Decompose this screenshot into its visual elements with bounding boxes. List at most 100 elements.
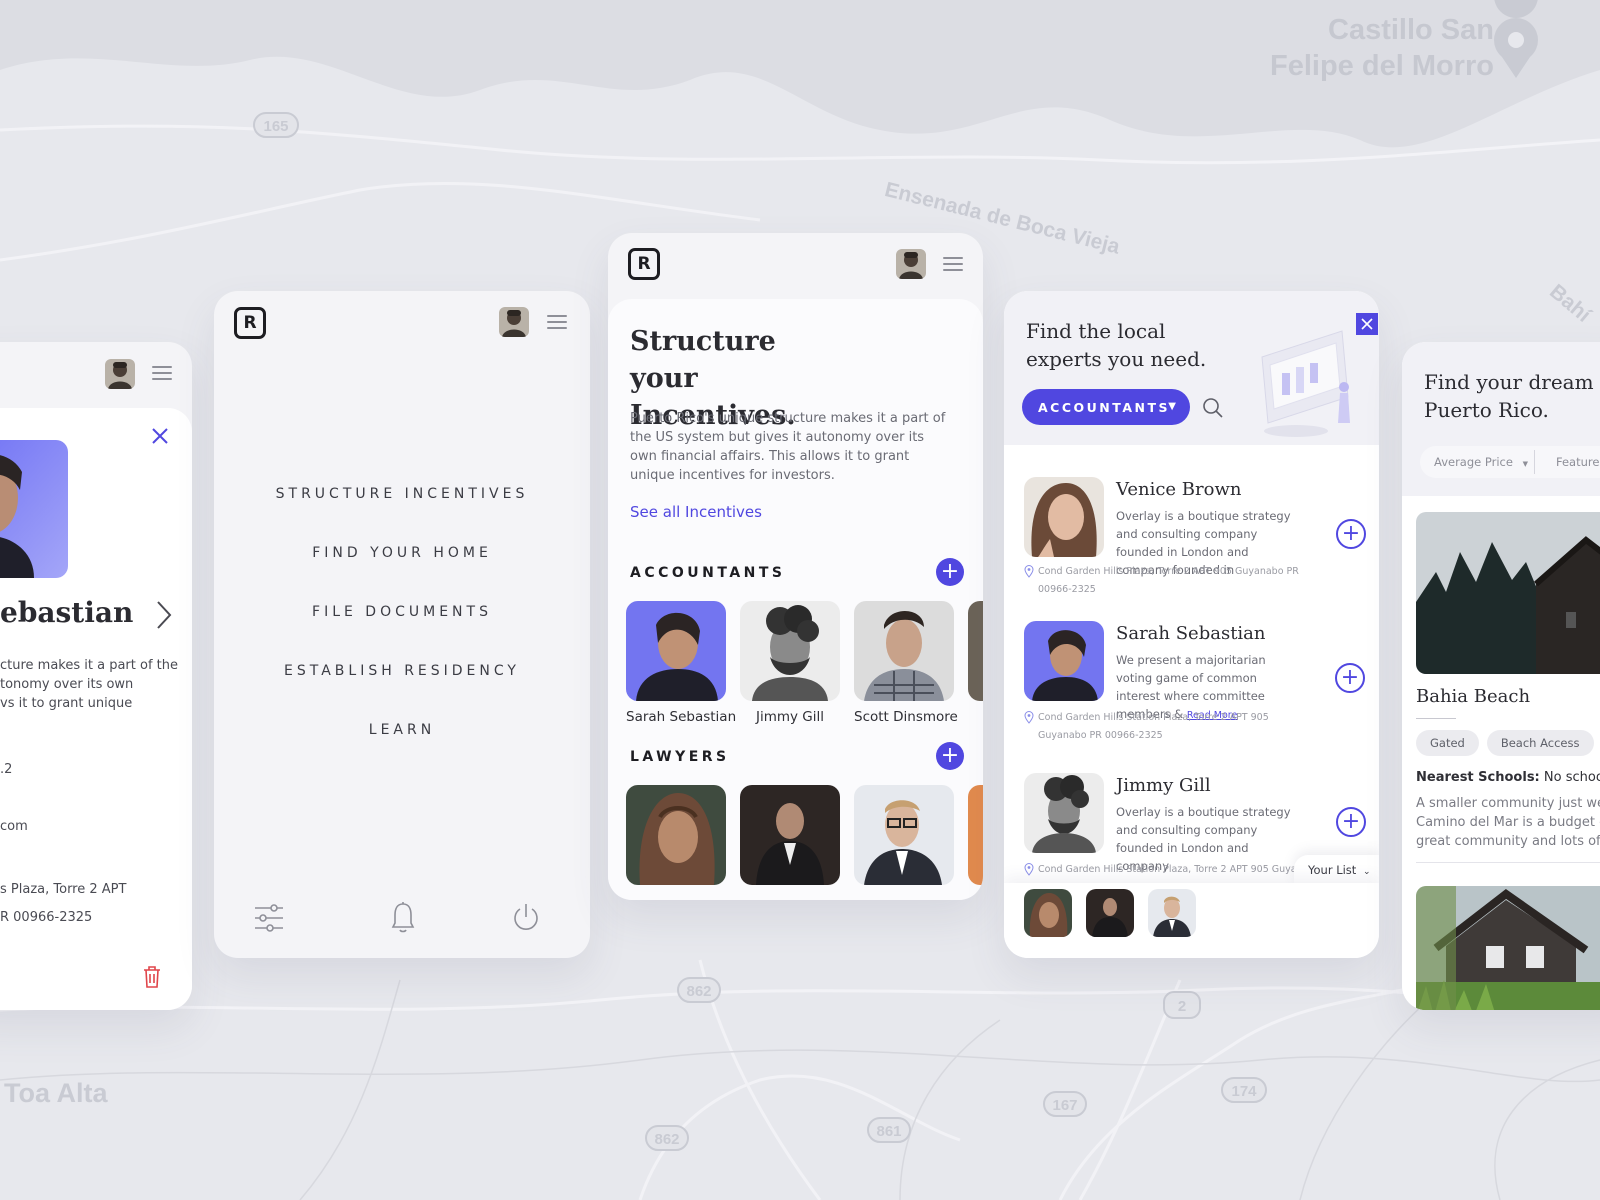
accountant-photo — [626, 601, 726, 701]
add-accountant-button[interactable]: + — [936, 558, 964, 586]
accountant-card[interactable]: Sarah Sebastian — [626, 601, 737, 725]
incentives-panel: Structure your Incentives. Puerto Rico's… — [608, 299, 983, 900]
user-avatar[interactable] — [105, 359, 135, 389]
expert-address: Cond Garden Hills Station Plaza, Torre 2… — [1038, 864, 1309, 875]
road-shield-862b: 862 — [654, 1131, 679, 1148]
menu-item-find-your-home[interactable]: FIND YOUR HOME — [214, 545, 590, 604]
tag-gated[interactable]: Gated — [1416, 730, 1479, 756]
next-chevron-icon[interactable] — [156, 600, 172, 630]
user-avatar[interactable] — [896, 249, 926, 279]
road-shield-862: 862 — [686, 983, 711, 1000]
menu-icon[interactable] — [547, 315, 567, 329]
search-icon[interactable] — [1202, 397, 1224, 419]
filters-icon[interactable] — [254, 903, 284, 933]
desc-line: great community and lots of R — [1416, 834, 1600, 849]
close-icon[interactable] — [1356, 313, 1378, 335]
menu-item-file-documents[interactable]: FILE DOCUMENTS — [214, 604, 590, 663]
expert-list: Venice Brown Overlay is a boutique strat… — [1004, 445, 1379, 883]
map-label-castillo: Castillo San — [1328, 14, 1494, 46]
experts-card: Find the local experts you need. ACCOUNT… — [1004, 291, 1379, 958]
menu-icon[interactable] — [152, 366, 172, 380]
home-search-card: Find your dream ho Puerto Rico. Average … — [1402, 342, 1600, 1010]
accountant-card[interactable]: Scott Dinsmore — [854, 601, 958, 725]
person-detail-card: ebastian cture makes it a part of the to… — [0, 342, 192, 1010]
menu-item-establish-residency[interactable]: ESTABLISH RESIDENCY — [214, 663, 590, 722]
menu-item-structure-incentives[interactable]: STRUCTURE INCENTIVES — [214, 486, 590, 545]
desc-line: Camino del Mar is a budget op — [1416, 815, 1600, 830]
price-filter[interactable]: Average Price ▼ — [1420, 446, 1550, 478]
desc-line: tonomy over its own — [0, 677, 134, 692]
chevron-down-icon: ⌄ — [1362, 867, 1371, 877]
person-name: ebastian — [0, 596, 134, 629]
road-shield-167: 167 — [1052, 1097, 1077, 1114]
listing-photo[interactable] — [1416, 886, 1600, 1010]
list-avatar[interactable] — [1148, 889, 1196, 937]
person-description: cture makes it a part of the tonomy over… — [0, 656, 192, 713]
your-list-label: Your List — [1308, 863, 1357, 877]
notification-bell-icon[interactable] — [391, 901, 415, 933]
accountant-name: Scott Dinsmore — [854, 709, 958, 725]
schools-value: No schools t — [1543, 770, 1600, 785]
accountant-name: Jimmy Gill — [755, 709, 825, 725]
add-expert-button[interactable]: + — [1336, 519, 1366, 549]
accountant-photo — [740, 601, 840, 701]
desc-line: vs it to grant unique — [0, 696, 133, 711]
list-avatar[interactable] — [1086, 889, 1134, 937]
your-list-tray — [1004, 883, 1379, 958]
logo-icon[interactable]: R — [234, 307, 266, 339]
experts-header: Find the local experts you need. ACCOUNT… — [1004, 291, 1379, 445]
lawyer-photo[interactable] — [740, 785, 840, 885]
experts-title: Find the local experts you need. — [1026, 319, 1207, 371]
nav-menu-card: R STRUCTURE INCENTIVES FIND YOUR HOME FI… — [214, 291, 590, 958]
lawyers-heading: LAWYERS — [630, 749, 730, 765]
person-address: s Plaza, Torre 2 APT R 00966-2325 — [0, 876, 126, 932]
listing-name[interactable]: Bahia Beach — [1416, 686, 1530, 707]
expert-list-item[interactable]: Venice Brown Overlay is a boutique strat… — [1024, 477, 1366, 607]
home-header: Find your dream ho Puerto Rico. Average … — [1402, 342, 1600, 496]
expert-name: Sarah Sebastian — [1116, 623, 1266, 644]
features-filter[interactable]: Features — [1542, 446, 1600, 478]
expert-address: Cond Garden Hills Plaza, Torre 2 APT 905… — [1038, 566, 1299, 595]
detail-panel: ebastian cture makes it a part of the to… — [0, 408, 192, 1010]
location-pin-icon — [1024, 709, 1034, 724]
accountant-photo-partial[interactable] — [968, 601, 983, 701]
list-avatar[interactable] — [1024, 889, 1072, 937]
lawyer-photo-partial[interactable] — [968, 785, 983, 885]
schools-label: Nearest Schools: — [1416, 770, 1540, 785]
power-icon[interactable] — [511, 902, 541, 932]
illustration — [1256, 327, 1366, 439]
tag-beach-access[interactable]: Beach Access — [1486, 730, 1594, 756]
person-phone: .2 — [0, 762, 13, 777]
accountant-card[interactable]: Jimmy Gill — [740, 601, 840, 725]
lawyer-photo[interactable] — [854, 785, 954, 885]
dropdown-caret-icon: ▼ — [1168, 401, 1176, 412]
listing-description: A smaller community just wes Camino del … — [1416, 794, 1600, 851]
add-expert-button[interactable]: + — [1335, 663, 1365, 693]
listing-name-underline — [1416, 718, 1456, 719]
expert-name: Jimmy Gill — [1116, 775, 1211, 796]
see-all-incentives-link[interactable]: See all Incentives — [630, 503, 762, 521]
add-lawyer-button[interactable]: + — [936, 742, 964, 770]
add-expert-button[interactable]: + — [1336, 807, 1366, 837]
person-photo — [0, 440, 68, 578]
desc-line: A smaller community just wes — [1416, 796, 1600, 811]
user-avatar[interactable] — [499, 307, 529, 337]
menu-icon[interactable] — [943, 257, 963, 271]
your-list-tab[interactable]: Your List ⌄ — [1294, 855, 1379, 885]
accountants-filter-button[interactable]: ACCOUNTANTS ▼ — [1022, 389, 1190, 425]
logo-icon[interactable]: R — [628, 248, 660, 280]
address-line: s Plaza, Torre 2 APT — [0, 882, 127, 897]
lawyer-photo[interactable] — [626, 785, 726, 885]
menu-item-learn[interactable]: LEARN — [214, 722, 590, 781]
desc-line: cture makes it a part of the — [0, 658, 179, 673]
accountant-name: Sarah Sebastian — [626, 709, 737, 725]
address-line: R 00966-2325 — [0, 910, 93, 925]
price-filter-label: Average Price — [1434, 455, 1513, 469]
listing-photo[interactable] — [1416, 512, 1600, 674]
trash-icon[interactable] — [143, 966, 161, 988]
road-shield-165: 165 — [263, 118, 288, 135]
close-icon[interactable] — [150, 426, 170, 446]
person-email: com — [0, 819, 28, 834]
expert-list-item[interactable]: Sarah Sebastian We present a majoritaria… — [1024, 621, 1365, 751]
nearest-schools: Nearest Schools: No schools t — [1416, 770, 1600, 785]
